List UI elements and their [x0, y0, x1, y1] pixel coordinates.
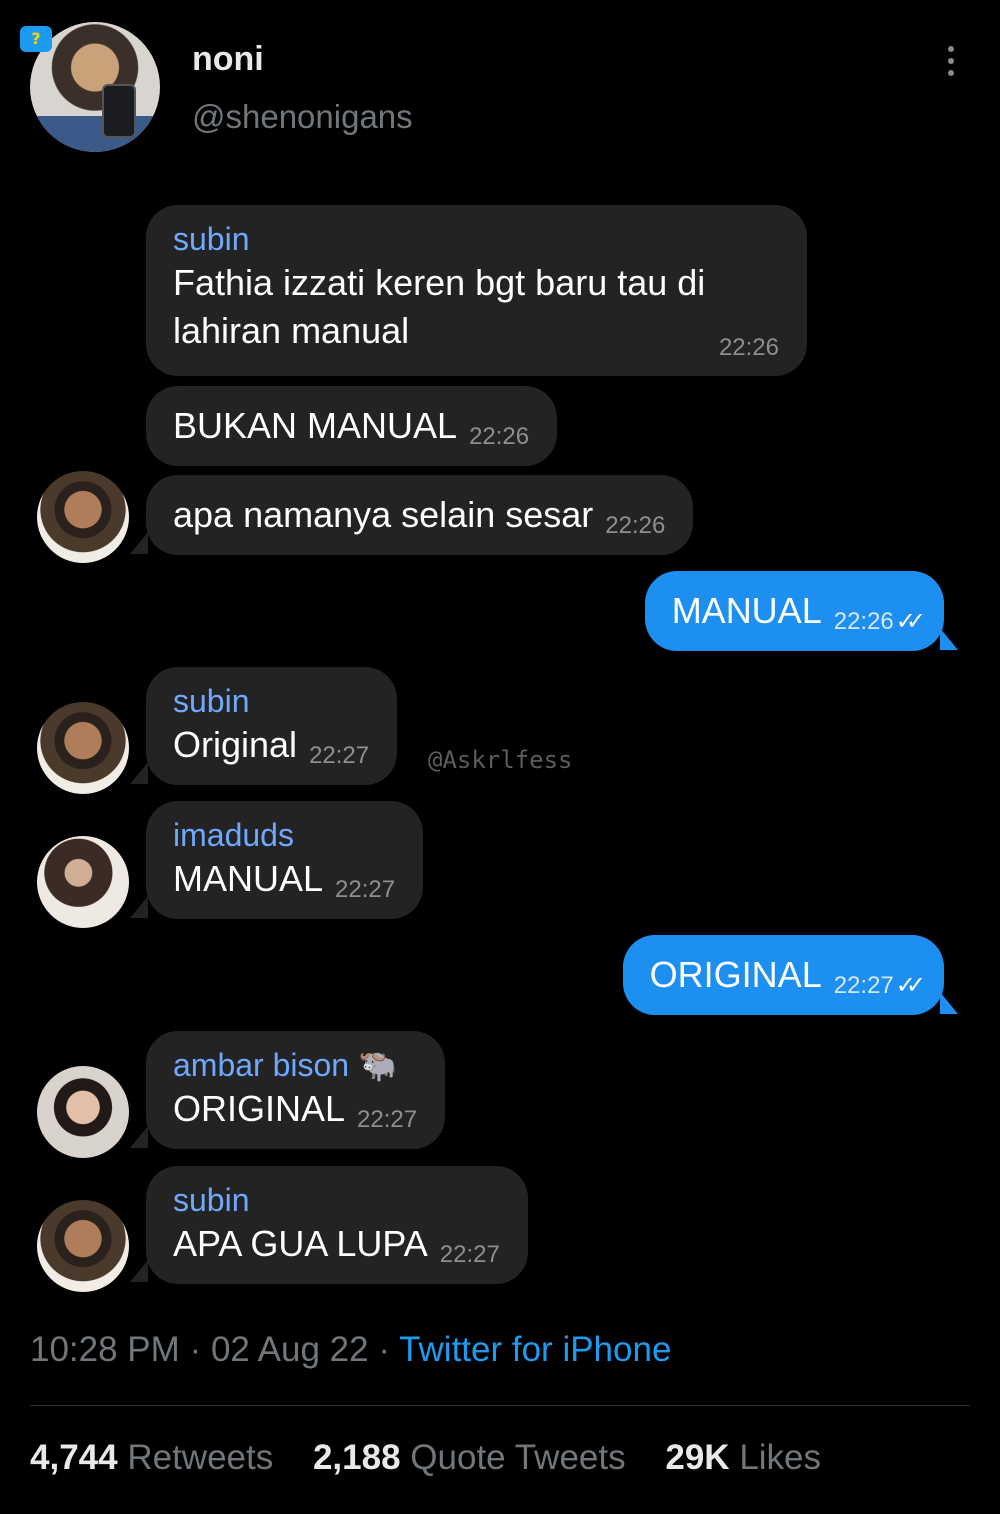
message-bubble: subin APA GUA LUPA 22:27	[146, 1166, 528, 1284]
user-handle[interactable]: @shenonigans	[192, 98, 413, 136]
more-vertical-icon[interactable]	[940, 44, 962, 78]
message-text: MANUAL	[671, 590, 822, 631]
message-text: ORIGINAL	[649, 954, 822, 995]
avatar	[37, 471, 129, 563]
retweets-count: 4,744	[30, 1438, 118, 1477]
message-text: MANUAL	[173, 858, 324, 899]
message-bubble-outgoing: ORIGINAL 22:27✓✓	[622, 935, 944, 1015]
message-time: 22:27	[357, 1106, 418, 1133]
bubble-tail	[130, 1260, 148, 1282]
message-time: 22:27	[309, 742, 370, 769]
retweets-stat[interactable]: 4,744 Retweets	[30, 1438, 273, 1477]
message-time: 22:27	[833, 972, 894, 999]
message-bubble-outgoing: MANUAL 22:26✓✓	[644, 571, 944, 651]
bubble-tail	[130, 532, 148, 554]
message-text: BUKAN MANUAL	[173, 405, 458, 446]
message-time: 22:26	[718, 334, 779, 361]
avatar-photo-detail	[30, 116, 160, 152]
bubble-tail	[940, 628, 958, 650]
bubble-tail	[130, 896, 148, 918]
sender-name: subin	[173, 683, 250, 719]
buffalo-emoji-icon: 🐃	[357, 1046, 398, 1084]
sender-name: subin	[173, 1182, 250, 1218]
message-bubble: BUKAN MANUAL 22:26	[146, 386, 558, 466]
message-text: ORIGINAL	[173, 1088, 346, 1129]
bubble-tail	[130, 762, 148, 784]
message-text: Fathia izzati keren bgt baru tau di	[173, 262, 706, 303]
likes-stat[interactable]: 29K Likes	[665, 1438, 821, 1477]
avatar	[37, 1200, 129, 1292]
double-check-icon: ✓✓	[895, 972, 926, 999]
tweet-date[interactable]: 02 Aug 22	[211, 1330, 369, 1369]
avatar	[37, 1066, 129, 1158]
avatar	[37, 836, 129, 928]
watermark: @Askrlfess	[428, 746, 573, 774]
retweets-label: Retweets	[127, 1438, 274, 1477]
message-text: lahiran manual	[173, 310, 410, 351]
message-time: 22:26	[605, 512, 666, 539]
quote-tweets-count: 2,188	[312, 1438, 401, 1477]
message-text: apa namanya selain sesar	[173, 494, 594, 535]
message-text: Original	[173, 724, 298, 765]
message-bubble: imaduds MANUAL 22:27	[146, 801, 424, 919]
message-bubble: ambar bison 🐃 ORIGINAL 22:27	[146, 1031, 446, 1149]
bubble-tail	[940, 992, 958, 1014]
meta-separator: ·	[189, 1330, 202, 1369]
tweet-meta: 10:28 PM · 02 Aug 22 · Twitter for iPhon…	[30, 1330, 671, 1370]
engagement-stats: 4,744 Retweets 2,188 Quote Tweets 29K Li…	[30, 1438, 821, 1478]
help-badge-icon: ?	[20, 26, 52, 52]
avatar-photo-detail	[102, 84, 136, 138]
message-time: 22:26	[469, 423, 530, 450]
sender-name: ambar bison 🐃	[173, 1046, 398, 1084]
quote-tweets-label: Quote Tweets	[410, 1438, 626, 1477]
double-check-icon: ✓✓	[895, 608, 926, 635]
meta-separator: ·	[378, 1330, 390, 1369]
message-bubble: apa namanya selain sesar 22:26	[146, 475, 694, 555]
message-text: APA GUA LUPA	[173, 1223, 428, 1264]
tweet-source-link[interactable]: Twitter for iPhone	[399, 1330, 671, 1369]
tweet-time[interactable]: 10:28 PM	[30, 1330, 180, 1369]
message-bubble: subin Fathia izzati keren bgt baru tau d…	[146, 205, 807, 376]
message-time: 22:27	[335, 876, 396, 903]
bubble-tail	[130, 1126, 148, 1148]
likes-count: 29K	[665, 1438, 730, 1477]
quote-tweets-stat[interactable]: 2,188 Quote Tweets	[313, 1438, 626, 1477]
message-bubble: subin Original 22:27	[146, 667, 398, 785]
display-name[interactable]: noni	[192, 40, 264, 79]
message-time: 22:26	[833, 608, 894, 635]
avatar	[37, 702, 129, 794]
likes-label: Likes	[739, 1438, 822, 1477]
sender-name: subin	[173, 221, 250, 257]
message-time: 22:27	[439, 1241, 500, 1268]
sender-name: imaduds	[173, 817, 294, 853]
divider	[30, 1405, 970, 1406]
